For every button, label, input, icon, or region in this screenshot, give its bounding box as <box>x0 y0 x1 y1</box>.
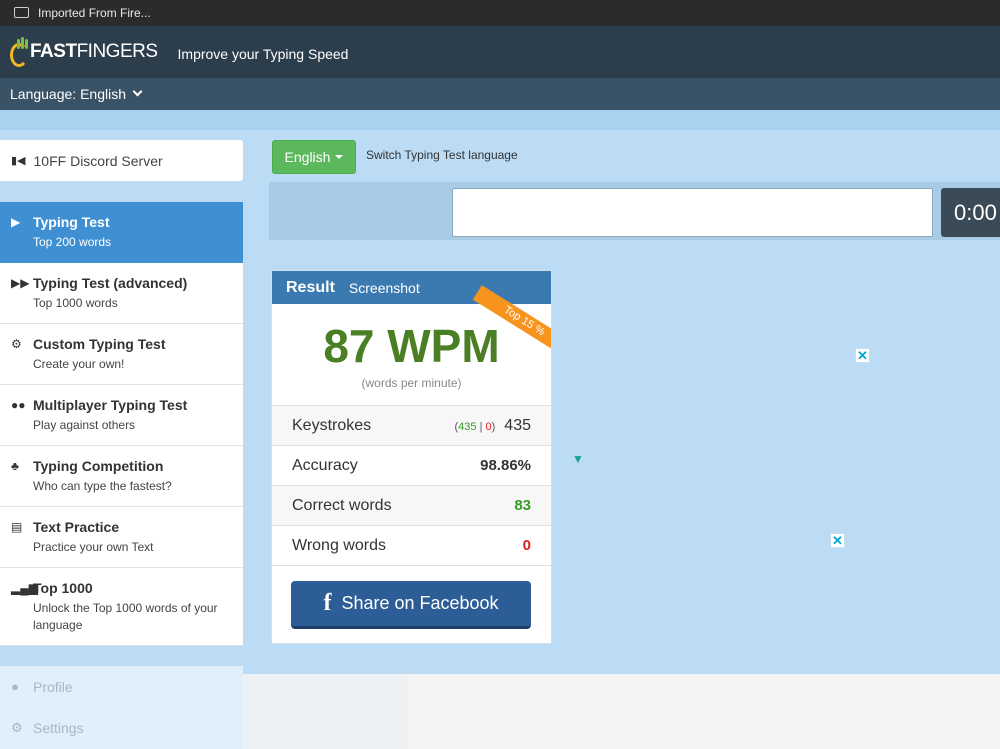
header-pattern <box>0 110 1000 130</box>
keystrokes-detail: (435 | 0) <box>454 420 496 433</box>
gears-icon: ⚙ <box>11 337 22 351</box>
signal-icon: ▂▄▆ <box>11 581 38 595</box>
share-facebook-label: Share on Facebook <box>341 593 499 613</box>
sidebar-item-subtitle: Play against others <box>33 418 136 432</box>
trophy-icon: ♣ <box>11 459 19 473</box>
sidebar-item-top-1000[interactable]: ▂▄▆ Top 1000 Unlock the Top 1000 words of… <box>0 568 243 646</box>
sidebar-item-subtitle: Top 1000 words <box>33 296 118 310</box>
wrong-words-value: 0 <box>522 537 531 554</box>
sidebar-item-text-practice[interactable]: ▤ Text Practice Practice your own Text <box>0 507 243 568</box>
discord-label: 10FF Discord Server <box>33 152 163 169</box>
sidebar-item-subtitle: Practice your own Text <box>33 540 154 554</box>
share-area: f Share on Facebook <box>272 565 551 629</box>
sidebar-item-settings[interactable]: ⚙ Settings <box>0 707 243 748</box>
ad-close-icon[interactable]: ✕ <box>830 533 845 548</box>
keystrokes-correct: 435 <box>458 420 477 433</box>
language-dropdown-button[interactable]: English <box>272 140 356 174</box>
sidebar-item-title: Text Practice <box>33 519 120 535</box>
sidebar-item-typing-test[interactable]: ▶ Typing Test Top 200 words <box>0 202 243 263</box>
site-header: FAST FINGERS Improve your Typing Speed <box>0 26 1000 78</box>
accuracy-label: Accuracy <box>292 456 358 474</box>
correct-words-value: 83 <box>514 497 531 514</box>
sidebar-item-typing-test-advanced[interactable]: ▶▶ Typing Test (advanced) Top 1000 words <box>0 263 243 324</box>
sidebar-secondary-nav: ● Profile ⚙ Settings <box>0 666 243 749</box>
sidebar-item-title: Multiplayer Typing Test <box>33 397 188 413</box>
folder-icon <box>14 6 29 18</box>
sidebar-item-competition[interactable]: ♣ Typing Competition Who can type the fas… <box>0 446 243 507</box>
typing-input-row: 0:00 <box>269 182 1000 240</box>
correct-words-label: Correct words <box>292 496 392 514</box>
ad-choices-icon[interactable]: ▼ <box>572 452 584 466</box>
keystrokes-label: Keystrokes <box>292 416 372 434</box>
play-icon: ▶ <box>11 215 21 229</box>
megaphone-icon: ▮◀ <box>11 155 26 167</box>
bookmark-folder-label[interactable]: Imported From Fire... <box>38 6 151 20</box>
caret-down-icon <box>335 155 344 159</box>
fast-forward-icon: ▶▶ <box>11 276 30 290</box>
sidebar-item-subtitle: Who can type the fastest? <box>33 479 172 493</box>
result-title: Result <box>286 278 335 296</box>
sidebar-item-subtitle: Top 200 words <box>33 235 112 249</box>
correct-words-row: Correct words 83 <box>272 485 551 525</box>
sidebar-item-subtitle: Create your own! <box>33 357 125 371</box>
accuracy-value: 98.86% <box>480 457 531 474</box>
language-button-label: English <box>284 149 331 165</box>
sidebar-item-title: Typing Test (advanced) <box>33 275 188 291</box>
typing-input[interactable] <box>452 188 933 237</box>
language-label: Language: English <box>10 86 126 102</box>
sidebar-item-multiplayer[interactable]: ●● Multiplayer Typing Test Play against o… <box>0 385 243 446</box>
language-selector[interactable]: Language: English <box>0 78 1000 110</box>
chevron-down-icon <box>132 86 143 96</box>
sidebar-item-label: Profile <box>33 678 73 695</box>
discord-link[interactable]: ▮◀ 10FF Discord Server <box>0 140 243 181</box>
logo-text-bold: FAST <box>30 41 77 62</box>
keystrokes-wrong: 0 <box>485 420 492 433</box>
result-panel: Result Screenshot Top 15 % 87 WPM (words… <box>271 270 552 644</box>
bookmarks-bar: Imported From Fire... <box>0 0 1000 26</box>
sidebar-item-title: Top 1000 <box>33 580 93 596</box>
sidebar-nav: ▶ Typing Test Top 200 words ▶▶ Typing Tes… <box>0 202 243 646</box>
accuracy-row: Accuracy 98.86% <box>272 445 551 485</box>
sidebar-item-title: Typing Competition <box>33 458 164 474</box>
sidebar-item-custom-typing-test[interactable]: ⚙ Custom Typing Test Create your own! <box>0 324 243 385</box>
bottom-overlay <box>243 674 1000 749</box>
wrong-words-label: Wrong words <box>292 536 386 554</box>
result-header: Result Screenshot <box>272 271 551 304</box>
logo-hand-icon <box>10 37 28 67</box>
wpm-caption: (words per minute) <box>361 376 462 390</box>
user-icon: ● <box>11 679 19 694</box>
sidebar-item-profile[interactable]: ● Profile <box>0 666 243 707</box>
switch-language-label: Switch Typing Test language <box>366 148 518 162</box>
keystrokes-row: Keystrokes (435 | 0) 435 <box>272 405 551 445</box>
users-icon: ●● <box>11 398 26 412</box>
sidebar-item-subtitle: Unlock the Top 1000 words of your langua… <box>33 601 218 632</box>
logo[interactable]: FAST FINGERS <box>10 32 158 72</box>
logo-text-light: FINGERS <box>76 41 158 62</box>
document-icon: ▤ <box>11 520 23 534</box>
gear-icon: ⚙ <box>11 719 23 735</box>
sidebar-item-label: Settings <box>33 719 84 736</box>
screenshot-link[interactable]: Screenshot <box>349 280 420 296</box>
wrong-words-row: Wrong words 0 <box>272 525 551 565</box>
sidebar-item-title: Typing Test <box>33 214 110 230</box>
share-facebook-button[interactable]: f Share on Facebook <box>291 581 531 629</box>
facebook-icon: f <box>323 590 332 616</box>
keystrokes-value: (435 | 0) 435 <box>454 417 531 435</box>
sidebar-item-title: Custom Typing Test <box>33 336 166 352</box>
tagline: Improve your Typing Speed <box>177 46 349 62</box>
ad-close-icon[interactable]: ✕ <box>855 348 870 363</box>
timer: 0:00 <box>941 188 1000 237</box>
keystrokes-total: 435 <box>504 416 531 434</box>
